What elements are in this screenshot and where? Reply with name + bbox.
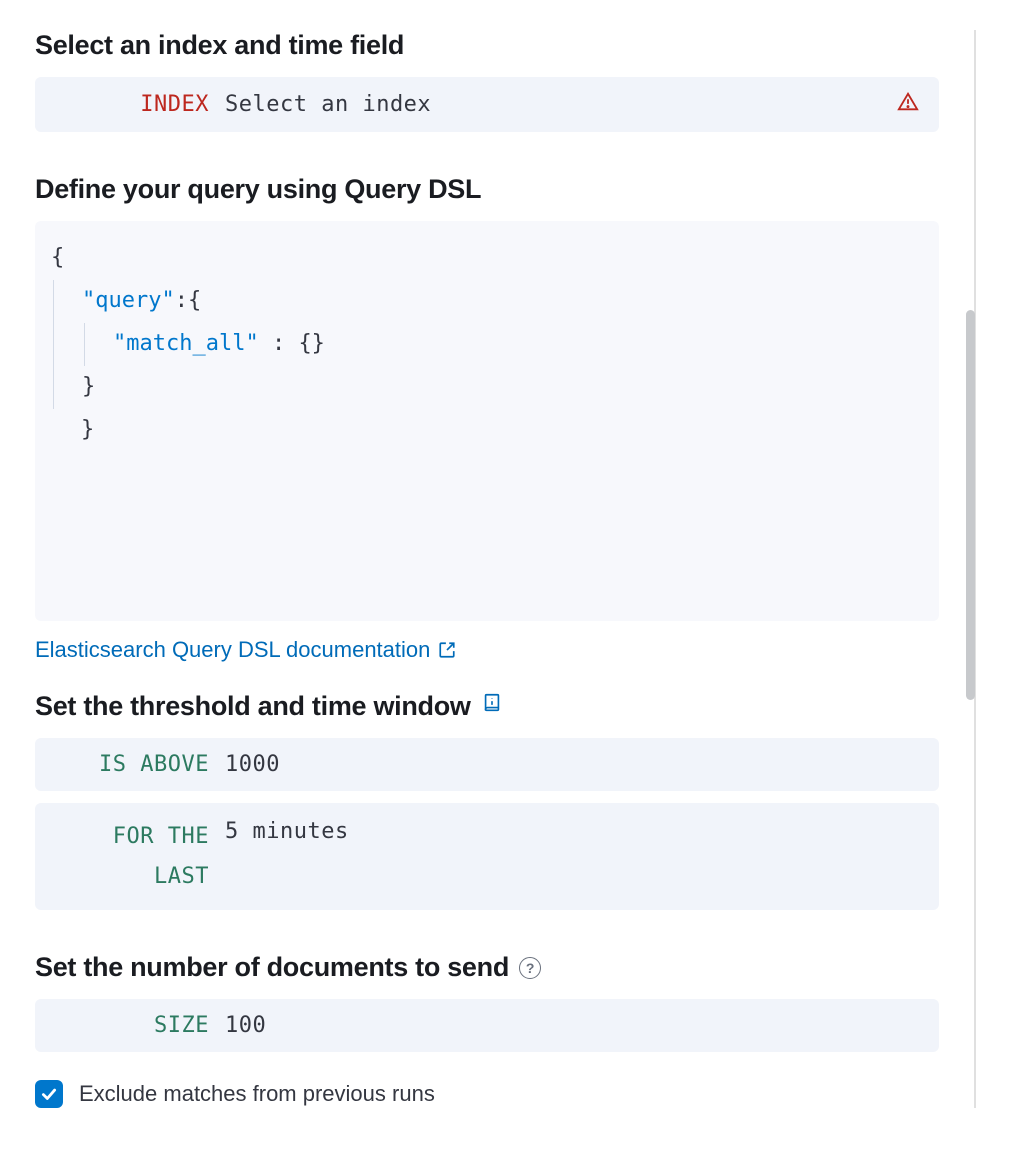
for-the-last-value: 5 minutes [225,817,919,844]
code-line-5: } [51,417,94,442]
for-the-last-row[interactable]: FOR THE LAST 5 minutes [35,803,939,910]
code-prop-matchall: "match_all" [113,331,259,356]
query-section-heading: Define your query using Query DSL [35,174,939,205]
is-above-row[interactable]: IS ABOVE 1000 [35,738,939,791]
index-placeholder: Select an index [225,92,897,117]
code-line-1: { [51,245,64,270]
help-icon[interactable]: ? [519,957,541,979]
check-icon [40,1085,58,1103]
exclude-checkbox[interactable] [35,1080,63,1108]
book-info-icon[interactable] [481,691,503,722]
code-after-matchall: : {} [259,331,325,356]
code-line-4: } [82,374,95,399]
query-dsl-editor[interactable]: { "query":{ "match_all" : {} } } [35,221,939,621]
size-heading-text: Set the number of documents to send [35,952,509,983]
for-the-last-label: FOR THE LAST [55,817,225,896]
query-dsl-doc-link[interactable]: Elasticsearch Query DSL documentation [35,637,456,663]
index-select-row[interactable]: INDEX Select an index [35,77,939,132]
scrollbar-thumb[interactable] [966,310,975,700]
size-row[interactable]: SIZE 100 [35,999,939,1052]
index-section-heading: Select an index and time field [35,30,939,61]
code-after-query: :{ [175,288,202,313]
exclude-label: Exclude matches from previous runs [79,1081,435,1107]
code-prop-query: "query" [82,288,175,313]
size-value: 100 [225,1013,919,1038]
warning-icon [897,91,919,118]
threshold-section-heading: Set the threshold and time window [35,691,939,722]
index-label: INDEX [55,92,225,117]
is-above-label: IS ABOVE [55,752,225,777]
exclude-matches-row[interactable]: Exclude matches from previous runs [35,1080,939,1108]
doc-link-text: Elasticsearch Query DSL documentation [35,637,430,663]
size-section-heading: Set the number of documents to send ? [35,952,939,983]
size-label: SIZE [55,1013,225,1038]
threshold-heading-text: Set the threshold and time window [35,691,471,722]
is-above-value: 1000 [225,752,919,777]
external-link-icon [438,641,456,659]
